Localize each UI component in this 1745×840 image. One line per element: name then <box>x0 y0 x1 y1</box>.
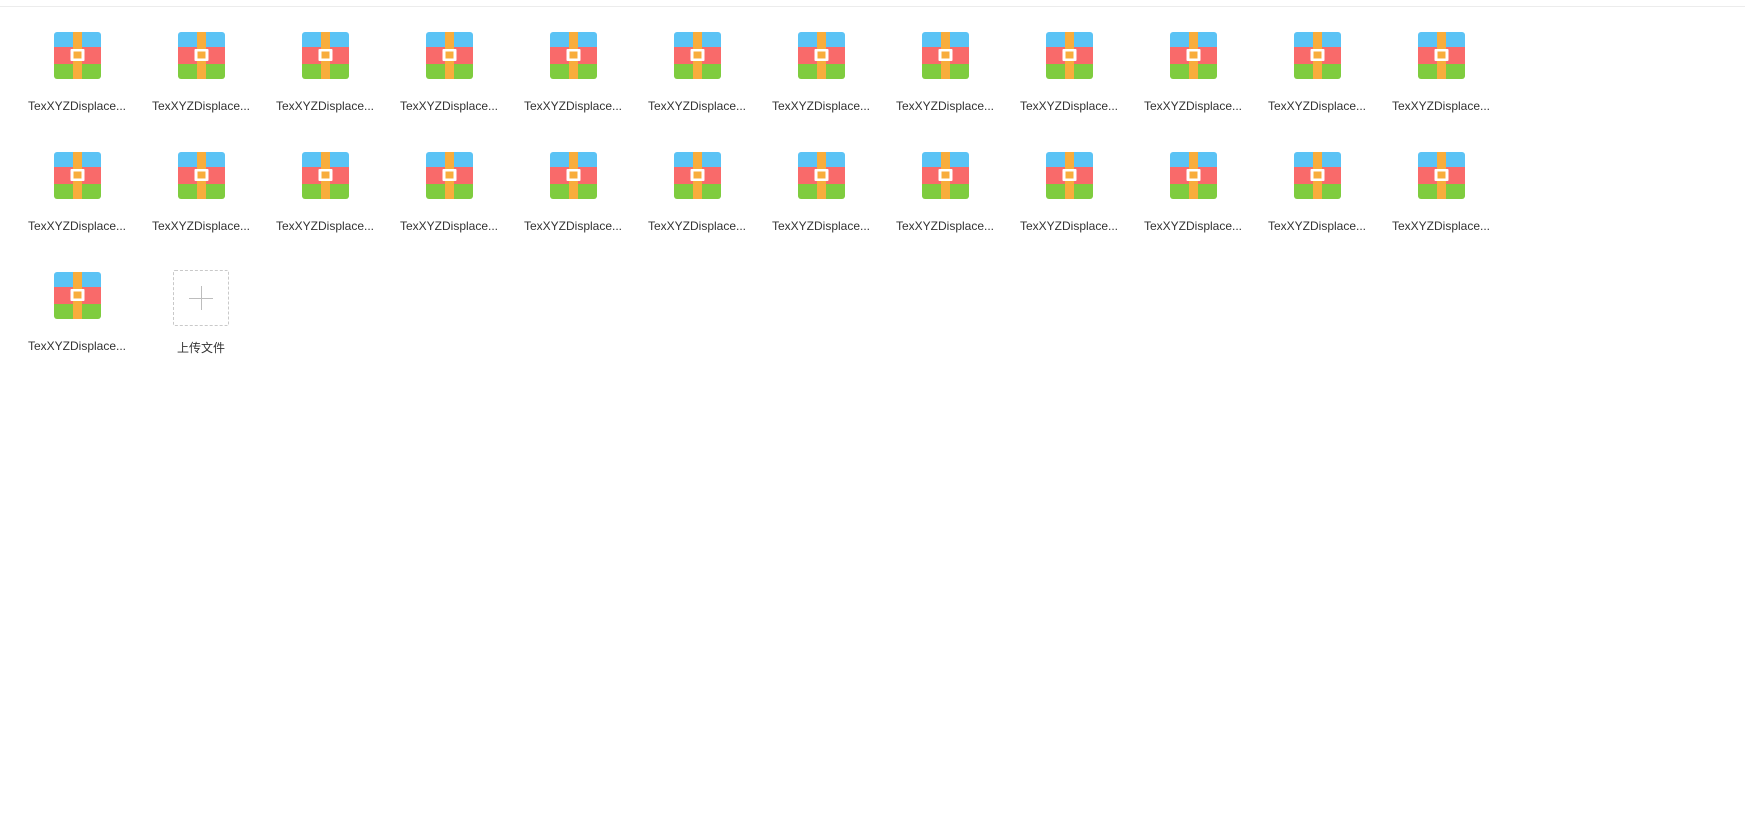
archive-file-icon <box>301 152 349 199</box>
file-item[interactable]: TexXYZDisplace... <box>139 20 263 140</box>
upload-file-button[interactable]: 上传文件 <box>139 260 263 380</box>
file-item[interactable]: TexXYZDisplace... <box>15 20 139 140</box>
archive-file-icon <box>1169 32 1217 79</box>
file-item[interactable]: TexXYZDisplace... <box>263 20 387 140</box>
file-name: TexXYZDisplace... <box>399 219 499 233</box>
file-item[interactable]: TexXYZDisplace... <box>15 260 139 380</box>
file-item[interactable]: TexXYZDisplace... <box>759 20 883 140</box>
file-item[interactable]: TexXYZDisplace... <box>387 140 511 260</box>
upload-dropzone[interactable] <box>173 270 229 326</box>
file-name: TexXYZDisplace... <box>523 99 623 113</box>
file-item[interactable]: TexXYZDisplace... <box>883 20 1007 140</box>
file-name: TexXYZDisplace... <box>1267 99 1367 113</box>
archive-file-icon <box>53 152 101 199</box>
archive-file-icon <box>1169 152 1217 199</box>
file-item[interactable]: TexXYZDisplace... <box>883 140 1007 260</box>
file-name: TexXYZDisplace... <box>151 219 251 233</box>
archive-file-icon <box>177 32 225 79</box>
archive-file-icon <box>673 152 721 199</box>
archive-file-icon <box>53 272 101 319</box>
archive-file-icon <box>53 32 101 79</box>
file-item[interactable]: TexXYZDisplace... <box>759 140 883 260</box>
file-item[interactable]: TexXYZDisplace... <box>635 140 759 260</box>
file-item[interactable]: TexXYZDisplace... <box>1379 140 1503 260</box>
file-name: TexXYZDisplace... <box>771 219 871 233</box>
archive-file-icon <box>1293 152 1341 199</box>
top-divider <box>0 0 1745 7</box>
archive-file-icon <box>1045 152 1093 199</box>
file-name: TexXYZDisplace... <box>27 99 127 113</box>
plus-icon <box>201 286 202 310</box>
file-item[interactable]: TexXYZDisplace... <box>1131 140 1255 260</box>
file-name: TexXYZDisplace... <box>771 99 871 113</box>
file-name: TexXYZDisplace... <box>647 99 747 113</box>
file-item[interactable]: TexXYZDisplace... <box>635 20 759 140</box>
archive-file-icon <box>921 32 969 79</box>
file-name: TexXYZDisplace... <box>1019 99 1119 113</box>
file-name: TexXYZDisplace... <box>523 219 623 233</box>
file-name: TexXYZDisplace... <box>27 219 127 233</box>
archive-file-icon <box>1045 32 1093 79</box>
file-item[interactable]: TexXYZDisplace... <box>1007 20 1131 140</box>
file-name: TexXYZDisplace... <box>647 219 747 233</box>
file-name: TexXYZDisplace... <box>1391 99 1491 113</box>
file-item[interactable]: TexXYZDisplace... <box>15 140 139 260</box>
file-item[interactable]: TexXYZDisplace... <box>1255 140 1379 260</box>
archive-file-icon <box>177 152 225 199</box>
file-name: TexXYZDisplace... <box>895 99 995 113</box>
archive-file-icon <box>797 32 845 79</box>
file-name: TexXYZDisplace... <box>1143 99 1243 113</box>
file-grid: TexXYZDisplace... TexXYZDisplace... TexX… <box>15 20 1515 380</box>
file-item[interactable]: TexXYZDisplace... <box>139 140 263 260</box>
file-item[interactable]: TexXYZDisplace... <box>387 20 511 140</box>
archive-file-icon <box>921 152 969 199</box>
file-name: TexXYZDisplace... <box>275 99 375 113</box>
archive-file-icon <box>1417 152 1465 199</box>
archive-file-icon <box>425 32 473 79</box>
upload-label: 上传文件 <box>176 341 225 355</box>
archive-file-icon <box>673 32 721 79</box>
file-name: TexXYZDisplace... <box>1267 219 1367 233</box>
file-item[interactable]: TexXYZDisplace... <box>1007 140 1131 260</box>
file-name: TexXYZDisplace... <box>151 99 251 113</box>
file-item[interactable]: TexXYZDisplace... <box>1379 20 1503 140</box>
archive-file-icon <box>549 152 597 199</box>
file-item[interactable]: TexXYZDisplace... <box>1255 20 1379 140</box>
file-item[interactable]: TexXYZDisplace... <box>511 140 635 260</box>
file-name: TexXYZDisplace... <box>1019 219 1119 233</box>
archive-file-icon <box>797 152 845 199</box>
file-name: TexXYZDisplace... <box>399 99 499 113</box>
archive-file-icon <box>549 32 597 79</box>
file-name: TexXYZDisplace... <box>1143 219 1243 233</box>
file-item[interactable]: TexXYZDisplace... <box>1131 20 1255 140</box>
file-name: TexXYZDisplace... <box>27 339 127 353</box>
file-name: TexXYZDisplace... <box>1391 219 1491 233</box>
file-item[interactable]: TexXYZDisplace... <box>511 20 635 140</box>
archive-file-icon <box>1417 32 1465 79</box>
archive-file-icon <box>301 32 349 79</box>
archive-file-icon <box>425 152 473 199</box>
archive-file-icon <box>1293 32 1341 79</box>
file-item[interactable]: TexXYZDisplace... <box>263 140 387 260</box>
file-name: TexXYZDisplace... <box>895 219 995 233</box>
file-name: TexXYZDisplace... <box>275 219 375 233</box>
